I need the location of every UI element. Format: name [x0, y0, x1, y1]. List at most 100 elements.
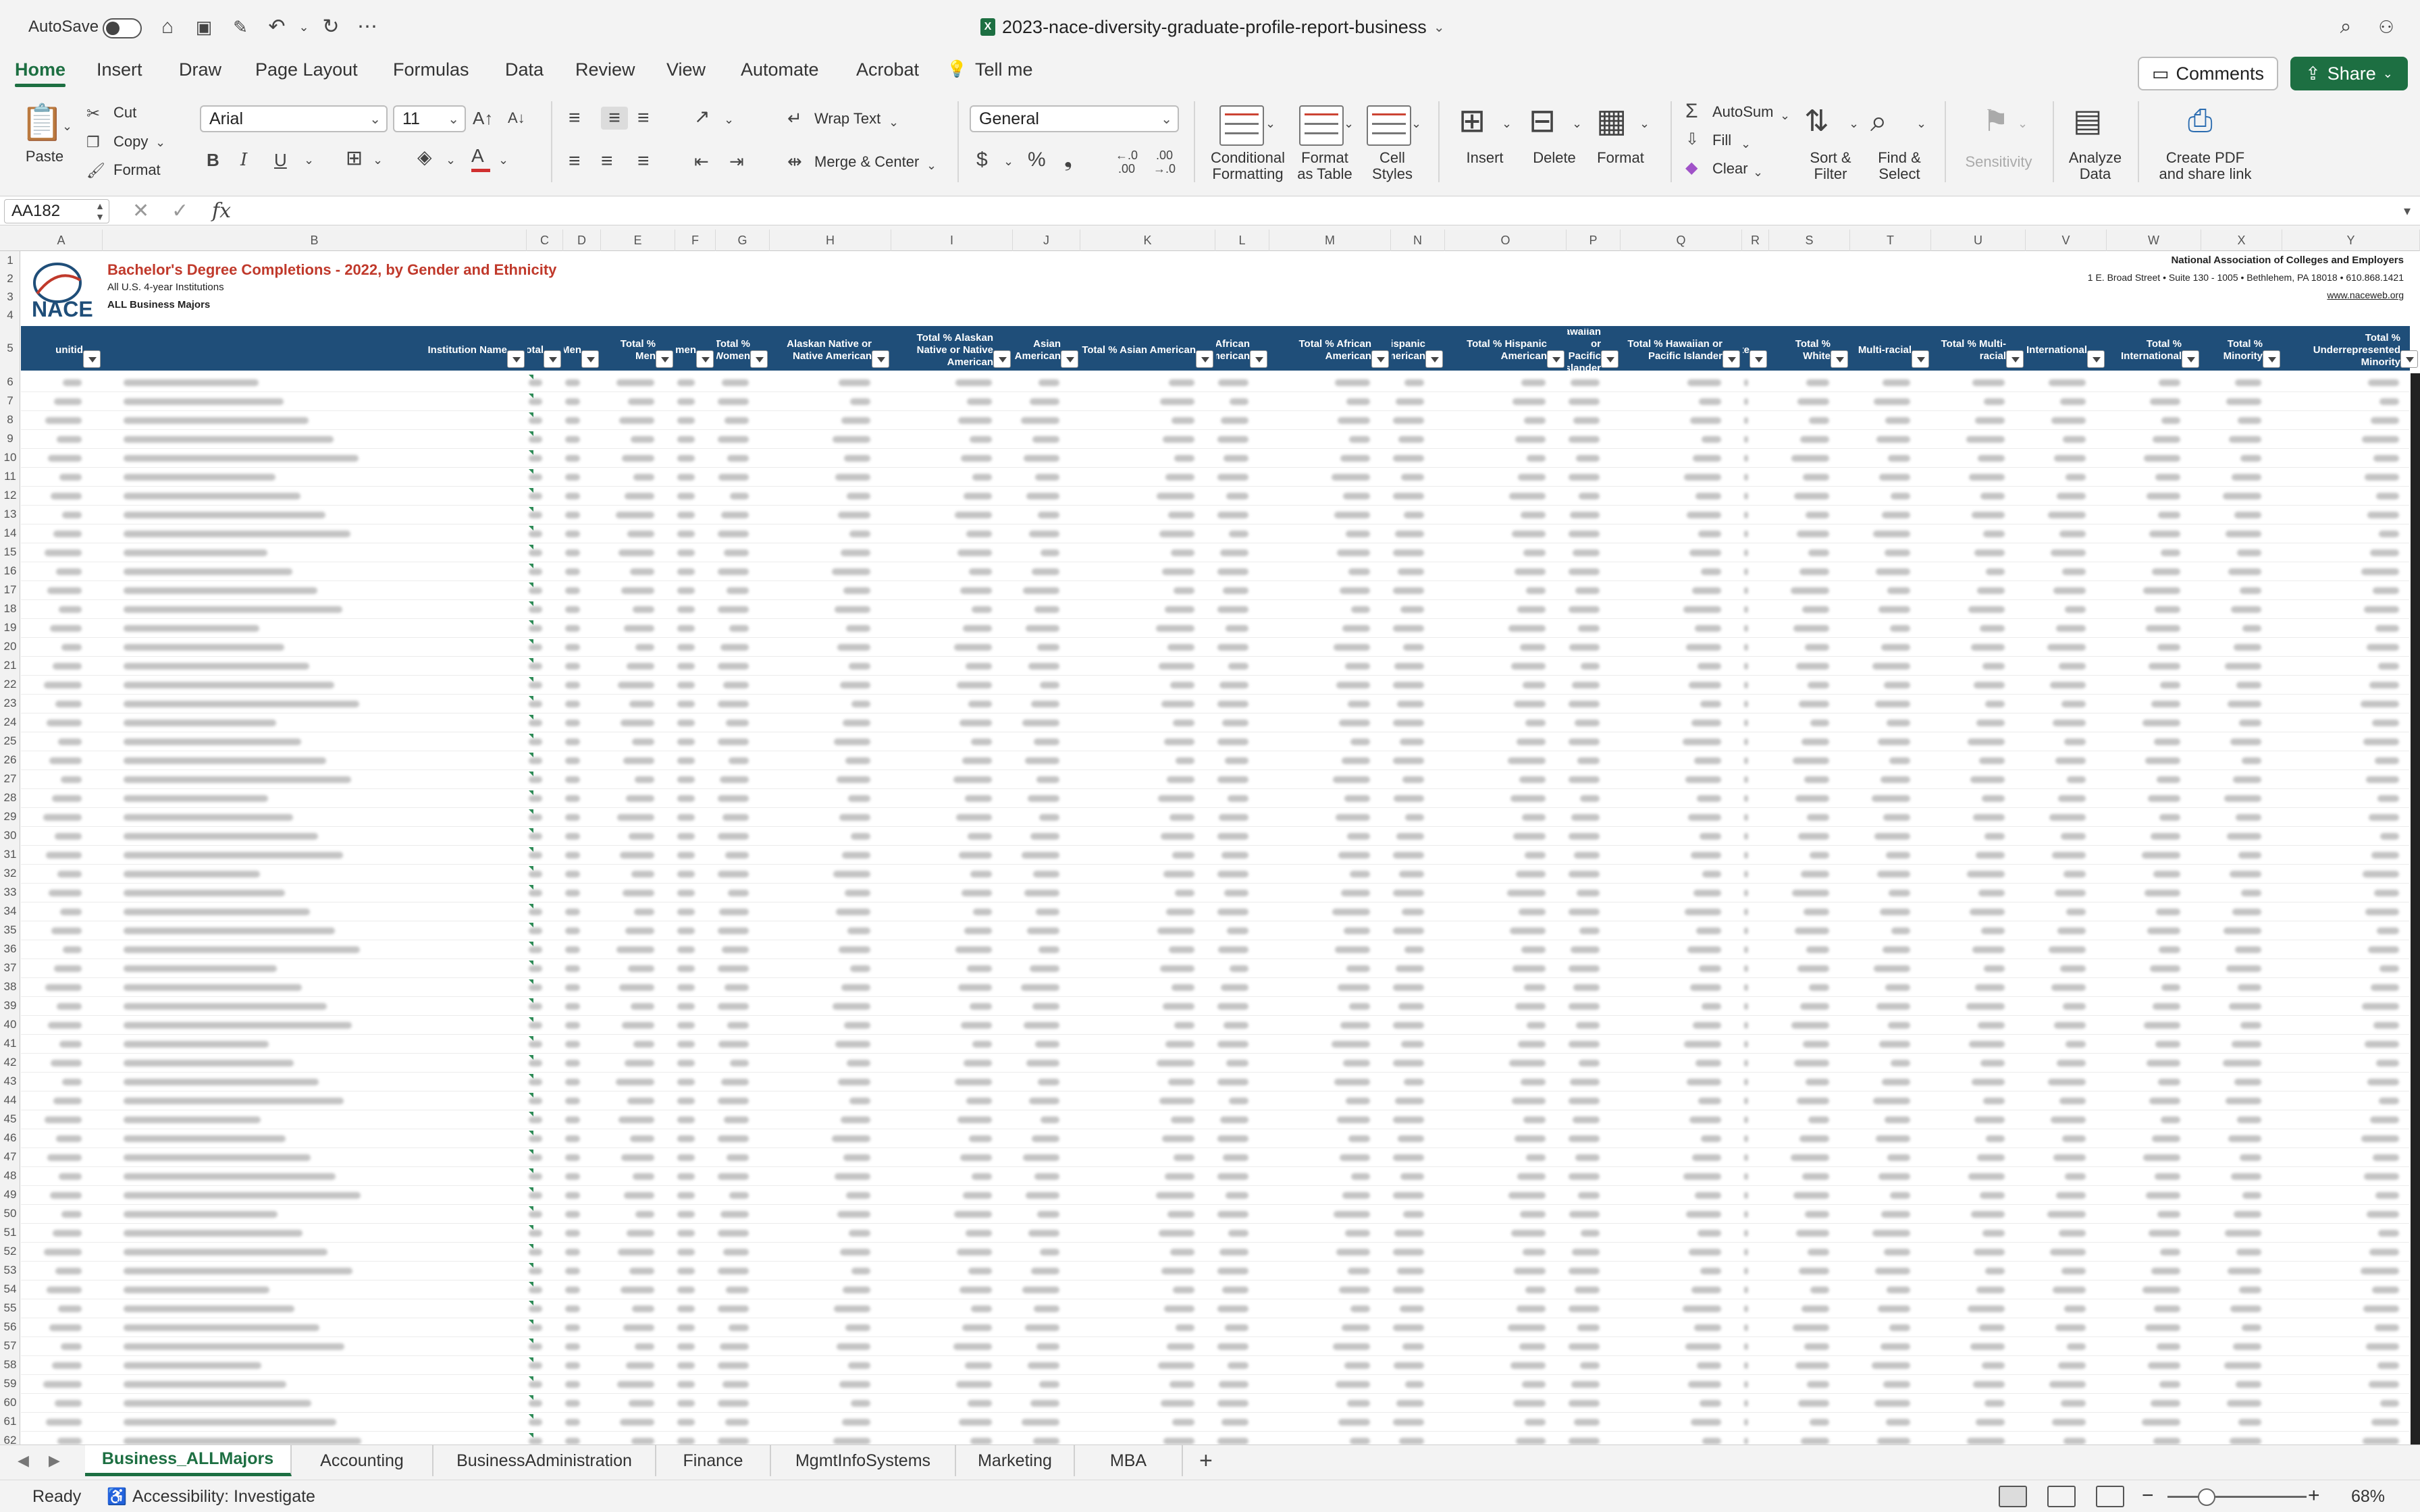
column-header[interactable]: R [1742, 230, 1769, 251]
table-row[interactable] [21, 487, 2410, 506]
find-select-icon[interactable]: ⌕ [1870, 104, 1887, 139]
chevron-down-icon[interactable]: ⌄ [1344, 112, 1354, 135]
bold-icon[interactable]: B [207, 148, 219, 171]
zoom-level[interactable]: 68% [2351, 1487, 2385, 1507]
table-row[interactable] [21, 1432, 2410, 1444]
filter-dropdown-icon[interactable] [1912, 350, 1929, 368]
formula-input[interactable] [244, 199, 2385, 223]
row-header[interactable]: 46 [0, 1131, 20, 1145]
insert-cells-icon[interactable]: ⊞ [1458, 103, 1485, 140]
font-name-select[interactable]: Arial ⌄ [200, 105, 388, 132]
table-row[interactable] [21, 1148, 2410, 1167]
conditional-formatting-icon[interactable] [1219, 105, 1264, 146]
currency-icon[interactable]: $ [976, 148, 988, 171]
merge-center-button[interactable]: Merge & Center [814, 154, 919, 170]
comments-button[interactable]: ▭ Comments [2138, 57, 2278, 90]
align-bottom-icon[interactable]: ≡ [637, 107, 650, 130]
table-row[interactable] [21, 770, 2410, 789]
row-header[interactable]: 12 [0, 489, 20, 502]
table-row[interactable] [21, 1091, 2410, 1110]
orientation-icon[interactable]: ↗ [694, 105, 710, 128]
table-row[interactable] [21, 449, 2410, 468]
underline-icon[interactable]: U [274, 148, 287, 171]
row-header[interactable]: 59 [0, 1377, 20, 1390]
row-header[interactable]: 10 [0, 451, 20, 464]
table-row[interactable] [21, 1280, 2410, 1299]
create-pdf-icon[interactable]: ⎙ [2188, 101, 2213, 139]
chevron-down-icon[interactable]: ⌄ [1849, 112, 1859, 135]
table-row[interactable] [21, 619, 2410, 638]
tab-draw[interactable]: Draw [179, 59, 221, 80]
row-header[interactable]: 58 [0, 1358, 20, 1372]
save-as-icon[interactable]: ✎ [228, 15, 253, 39]
column-header[interactable]: F [675, 230, 716, 251]
column-header[interactable]: N [1391, 230, 1445, 251]
row-header[interactable]: 3 [0, 290, 20, 304]
row-header[interactable]: 30 [0, 829, 20, 842]
cut-button[interactable]: Cut [113, 105, 136, 121]
row-header[interactable]: 18 [0, 602, 20, 616]
row-header[interactable]: 21 [0, 659, 20, 672]
column-header[interactable]: A [20, 230, 103, 251]
percent-icon[interactable]: % [1028, 148, 1046, 171]
comma-style-icon[interactable]: ❟ [1064, 148, 1072, 171]
table-row[interactable] [21, 695, 2410, 713]
delete-button[interactable]: Delete [1527, 150, 1581, 166]
font-color-icon[interactable]: A [471, 144, 484, 167]
table-row[interactable] [21, 1243, 2410, 1262]
cell-styles-button[interactable]: Cell Styles [1365, 150, 1419, 182]
column-header[interactable]: V [2026, 230, 2107, 251]
decrease-decimal-icon[interactable]: .00 →.0 [1153, 148, 1176, 176]
home-icon[interactable]: ⌂ [155, 15, 180, 39]
filter-dropdown-icon[interactable] [750, 350, 768, 368]
prev-sheet-icon[interactable]: ◀ [18, 1452, 29, 1469]
tab-formulas[interactable]: Formulas [393, 59, 469, 80]
filter-dropdown-icon[interactable] [2087, 350, 2105, 368]
filter-dropdown-icon[interactable] [696, 350, 714, 368]
row-header[interactable]: 54 [0, 1282, 20, 1296]
filter-dropdown-icon[interactable] [1425, 350, 1443, 368]
row-header[interactable]: 61 [0, 1415, 20, 1428]
table-row[interactable] [21, 1299, 2410, 1318]
row-header[interactable]: 57 [0, 1339, 20, 1353]
cancel-icon[interactable]: ✕ [132, 199, 149, 223]
tab-data[interactable]: Data [505, 59, 544, 80]
align-center-icon[interactable]: ≡ [601, 150, 613, 173]
tab-view[interactable]: View [666, 59, 706, 80]
align-top-icon[interactable]: ≡ [569, 107, 581, 130]
filter-dropdown-icon[interactable] [1250, 350, 1267, 368]
undo-dropdown-icon[interactable]: ⌄ [292, 15, 316, 39]
delete-cells-icon[interactable]: ⊟ [1529, 103, 1556, 140]
table-row[interactable] [21, 430, 2410, 449]
column-header[interactable]: I [891, 230, 1013, 251]
sheet-tab-businessadministration[interactable]: BusinessAdministration [433, 1445, 656, 1476]
chevron-down-icon[interactable]: ⌄ [62, 115, 72, 138]
table-row[interactable] [21, 732, 2410, 751]
row-header[interactable]: 34 [0, 905, 20, 918]
row-header[interactable]: 53 [0, 1264, 20, 1277]
row-header[interactable]: 6 [0, 375, 20, 389]
table-row[interactable] [21, 713, 2410, 732]
table-row[interactable] [21, 373, 2410, 392]
filter-dropdown-icon[interactable] [1061, 350, 1078, 368]
chevron-down-icon[interactable]: ⌄ [1502, 112, 1512, 135]
align-middle-icon[interactable]: ≡ [601, 107, 628, 130]
normal-view-icon[interactable] [1999, 1486, 2027, 1507]
table-row[interactable] [21, 524, 2410, 543]
row-header[interactable]: 8 [0, 413, 20, 427]
filter-dropdown-icon[interactable] [1601, 350, 1619, 368]
row-header[interactable]: 17 [0, 583, 20, 597]
format-as-table-button[interactable]: Format as Table [1291, 150, 1359, 182]
expand-formula-icon[interactable]: ▾ [2404, 199, 2411, 223]
row-header[interactable]: 35 [0, 923, 20, 937]
table-row[interactable] [21, 1356, 2410, 1375]
page-layout-view-icon[interactable] [2047, 1486, 2076, 1507]
number-format-select[interactable]: General ⌄ [970, 105, 1179, 132]
zoom-in-icon[interactable]: + [2308, 1484, 2320, 1507]
row-header[interactable]: 42 [0, 1056, 20, 1069]
sort-filter-icon[interactable]: ⇅ [1804, 104, 1829, 139]
tab-acrobat[interactable]: Acrobat [856, 59, 919, 80]
table-row[interactable] [21, 1205, 2410, 1224]
table-row[interactable] [21, 1186, 2410, 1205]
row-header[interactable]: 26 [0, 753, 20, 767]
